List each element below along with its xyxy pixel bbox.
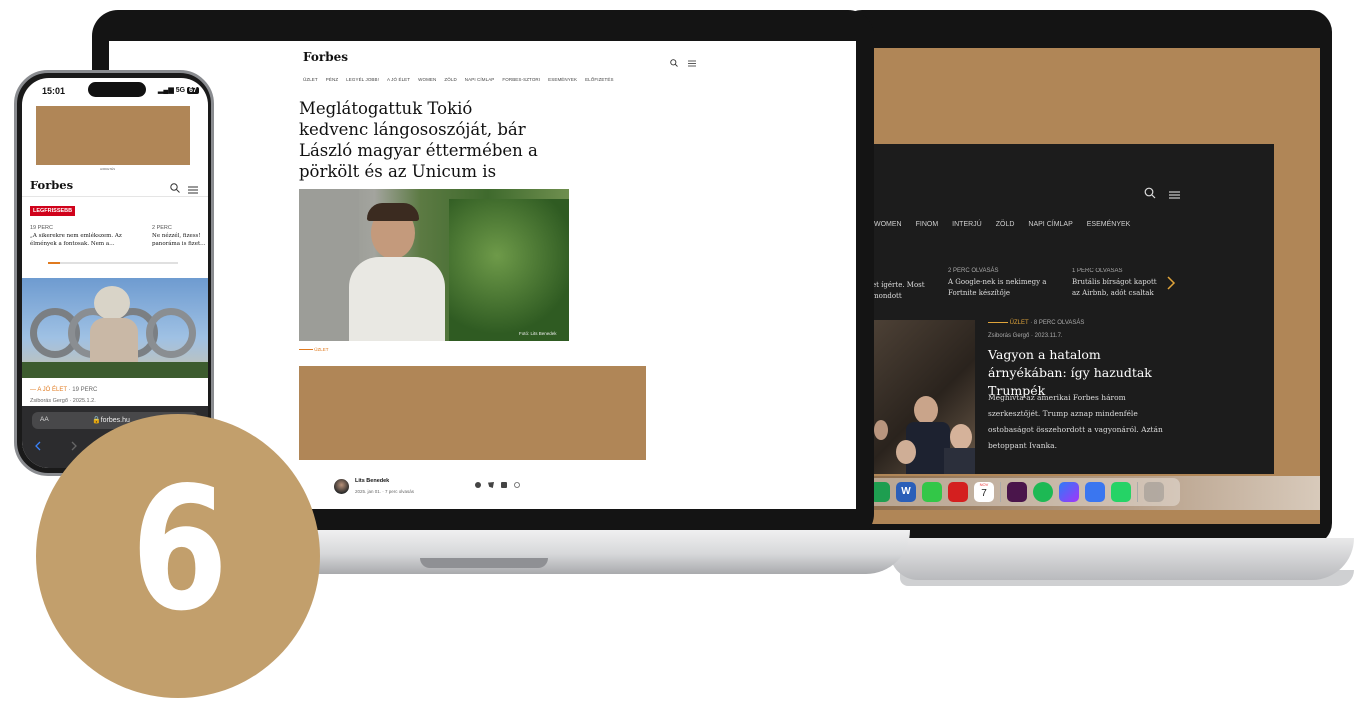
nav-item[interactable]: ZÖLD	[444, 77, 456, 82]
news-title: „A sikerekre nem emlékszem. Az élmények …	[30, 233, 122, 247]
messages-app-icon[interactable]	[922, 482, 942, 502]
author-name[interactable]: Lits Benedek	[355, 478, 389, 484]
calendar-app-icon[interactable]: NOV 7	[974, 482, 994, 502]
nav-item[interactable]: ESEMÉNYEK	[548, 77, 577, 82]
phone-article-byline: Zsiborás Gergő · 2025.1.2.	[30, 398, 96, 404]
word-app-icon[interactable]: W	[896, 482, 916, 502]
ticker-item[interactable]: et ígérte. Most mondott	[872, 280, 938, 302]
carousel-progress	[48, 262, 178, 264]
menu-icon[interactable]	[688, 54, 696, 72]
feature-byline: Zsiborás Gergő · 2023.11.7.	[988, 333, 1063, 339]
article-photo[interactable]: Fotó: Lits Benedek	[299, 189, 569, 341]
news-title: Ne nézzél, fizess! panoráma is fizet…	[152, 233, 206, 247]
messenger-app-icon[interactable]	[1059, 482, 1079, 502]
ticker-item[interactable]: 1 PERC OLVASÁS Brutális bírságot kapott …	[1072, 268, 1162, 299]
phone-article-readtime: 19 PERC	[72, 387, 98, 393]
back-nav-item[interactable]: NAPI CÍMLAP	[1028, 221, 1072, 228]
back-laptop-base	[890, 538, 1354, 580]
nav-item[interactable]: WOMEN	[418, 77, 436, 82]
category-label: ÜZLET	[314, 347, 329, 352]
dock-apps: W NOV 7	[870, 482, 1164, 502]
twitter-icon[interactable]	[488, 482, 494, 488]
ticker-meta: 1 PERC OLVASÁS	[1072, 268, 1123, 274]
ticker-title: A Google-nek is nekimegy a Fortnite kész…	[948, 278, 1047, 297]
forbes-logo[interactable]: Forbes	[303, 50, 348, 64]
acrobat-app-icon[interactable]	[948, 482, 968, 502]
article-category[interactable]: ÜZLET	[299, 347, 329, 352]
dynamic-island	[88, 82, 146, 97]
front-nav: ÜZLET PÉNZ LEGYÉL JOBB! A JÓ ÉLET WOMEN …	[303, 77, 614, 82]
author-meta: 2025. jan 01. · 7 perc olvasás	[355, 489, 415, 494]
menu-icon[interactable]	[1169, 187, 1180, 205]
nav-item[interactable]: ELŐFIZETÉS	[585, 77, 614, 82]
back-arrow-icon[interactable]	[34, 438, 42, 456]
news-item[interactable]: 19 PERC „A sikerekre nem emlékszem. Az é…	[30, 225, 140, 248]
feature-photo[interactable]	[872, 320, 975, 474]
back-nav-item[interactable]: FINOM	[916, 221, 939, 228]
back-nav: WOMEN FINOM INTERJÚ ZÖLD NAPI CÍMLAP ESE…	[874, 221, 1130, 228]
back-nav-item[interactable]: ESEMÉNYEK	[1087, 221, 1131, 228]
article-headline: Meglátogattuk Tokió kedvenc lángososzójá…	[299, 99, 538, 202]
avatar[interactable]	[334, 479, 349, 494]
news-meta: 2 PERC	[152, 225, 172, 231]
status-time: 15:01	[42, 86, 66, 96]
lock-icon: 🔒	[92, 417, 101, 424]
facebook-icon[interactable]	[475, 482, 481, 488]
nav-item[interactable]: FORBES-SZTORI	[502, 77, 540, 82]
search-icon[interactable]	[670, 54, 678, 72]
phone-screen: 15:01 ▂▄▆ 5G 67 HIRDETÉS Forbes LEGFRISS…	[22, 78, 208, 468]
search-icon[interactable]	[1144, 186, 1156, 204]
badge-number: 6	[131, 451, 228, 649]
feature-category[interactable]: ÜZLET	[1010, 320, 1029, 326]
spotify-app-icon[interactable]	[1033, 482, 1053, 502]
front-laptop-notch	[420, 558, 548, 568]
network-label: 5G	[175, 87, 186, 94]
feature-summary: Meghívta az amerikai Forbes három szerke…	[988, 393, 1163, 450]
whatsapp-app-icon[interactable]	[1111, 482, 1131, 502]
nav-item[interactable]: PÉNZ	[326, 77, 338, 82]
phone-hero-image[interactable]	[22, 278, 208, 378]
signal-icon: ▂▄▆	[158, 87, 174, 94]
calendar-day: 7	[981, 488, 987, 499]
chevron-right-icon[interactable]	[1166, 276, 1176, 295]
back-nav-item[interactable]: ZÖLD	[996, 221, 1015, 228]
advertisement[interactable]	[299, 366, 646, 460]
battery-level: 67	[186, 87, 199, 94]
trash-icon[interactable]	[1144, 482, 1164, 502]
nav-item[interactable]: ÜZLET	[303, 77, 318, 82]
feature-meta: ÜZLET · 8 PERC OLVASÁS	[988, 320, 1084, 326]
share-bar	[475, 480, 522, 490]
back-nav-item[interactable]: INTERJÚ	[952, 221, 982, 228]
news-meta: 19 PERC	[30, 225, 53, 231]
carousel-progress-fill	[48, 262, 60, 264]
ticker-title: Brutális bírságot kapott az Airbnb, adót…	[1072, 278, 1157, 297]
address-url[interactable]: 🔒forbes.hu	[92, 416, 130, 424]
link-icon[interactable]	[512, 480, 522, 490]
nav-item[interactable]: LEGYÉL JOBB!	[346, 77, 379, 82]
news-item[interactable]: 2 PERC Ne nézzél, fizess! panoráma is fi…	[152, 225, 208, 248]
nav-item[interactable]: NAPI CÍMLAP	[465, 77, 495, 82]
status-indicators: ▂▄▆ 5G 67	[158, 86, 199, 94]
phone-advertisement[interactable]	[36, 106, 190, 165]
signal-app-icon[interactable]	[1085, 482, 1105, 502]
ticker-title: et ígérte. Most mondott	[872, 281, 925, 300]
reader-aa-button[interactable]: AA	[40, 416, 49, 423]
phone-forbes-logo[interactable]: Forbes	[30, 178, 73, 192]
linkedin-icon[interactable]	[501, 482, 507, 488]
phone-article-category[interactable]: A JÓ ÉLET	[37, 387, 67, 393]
slack-app-icon[interactable]	[1007, 482, 1027, 502]
feature-readtime: 8 PERC OLVASÁS	[1033, 320, 1085, 326]
back-nav-item[interactable]: WOMEN	[874, 221, 902, 228]
ad-label: HIRDETÉS	[100, 167, 116, 171]
phone-article-meta: — A JÓ ÉLET · 19 PERC	[30, 387, 98, 393]
latest-badge[interactable]: LEGFRISSEBB	[30, 206, 76, 216]
nav-item[interactable]: A JÓ ÉLET	[387, 77, 410, 82]
ticker-meta: 2 PERC OLVASÁS	[948, 268, 999, 274]
back-article-panel: WOMEN FINOM INTERJÚ ZÖLD NAPI CÍMLAP ESE…	[862, 144, 1274, 474]
photo-credit: Fotó: Lits Benedek	[519, 331, 557, 336]
ticker-item[interactable]: 2 PERC OLVASÁS A Google-nek is nekimegy …	[948, 268, 1058, 299]
